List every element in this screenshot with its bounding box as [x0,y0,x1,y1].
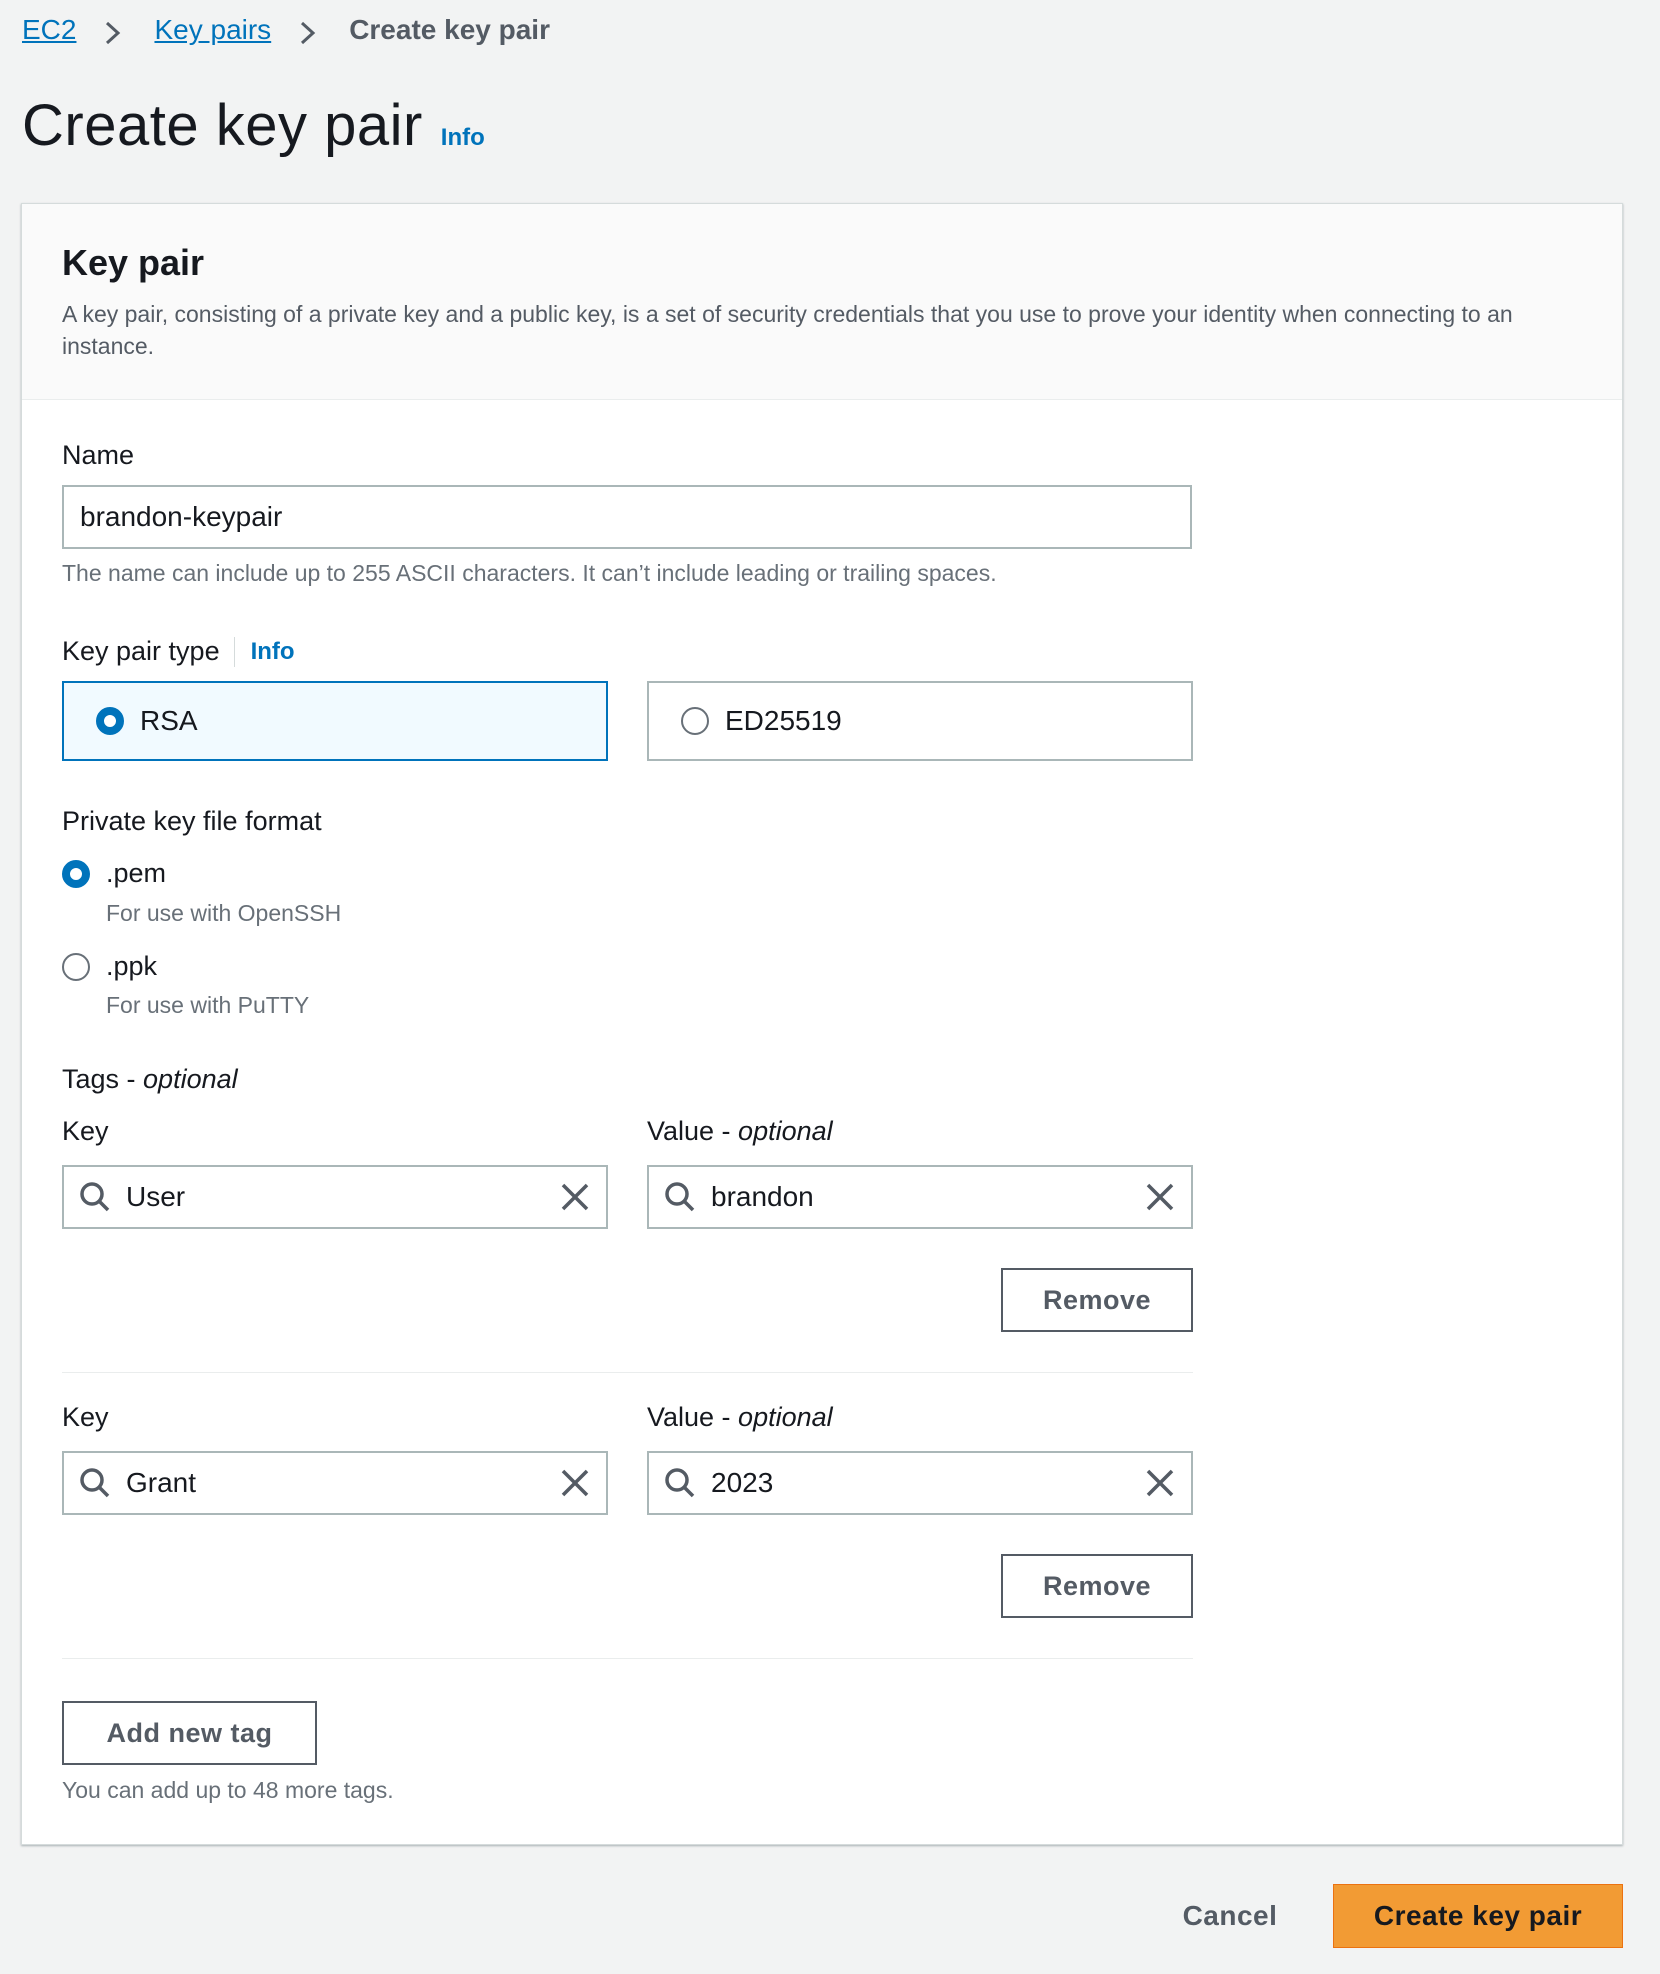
file-format-option-description: For use with OpenSSH [106,900,342,926]
cancel-button[interactable]: Cancel [1170,1884,1290,1948]
tag-key-input[interactable]: User [62,1165,608,1229]
tag-value-label-text: Value - [647,1402,739,1432]
breadcrumb-link-key-pairs[interactable]: Key pairs [154,14,271,46]
tag-value-input[interactable]: brandon [647,1165,1193,1229]
create-key-pair-button[interactable]: Create key pair [1333,1884,1623,1948]
tag-key-value: Grant [126,1467,197,1498]
key-pair-panel: Key pair A key pair, consisting of a pri… [21,203,1623,1845]
close-icon[interactable] [1145,1468,1175,1498]
tag-value-value: brandon [711,1181,814,1212]
tags-label-text: Tags - [62,1064,144,1094]
close-icon[interactable] [560,1468,590,1498]
file-format-option-label: .ppk [106,951,158,981]
file-format-option-ppk[interactable]: .ppk [62,951,157,982]
tag-key-input[interactable]: Grant [62,1451,608,1515]
chevron-right-icon [102,19,124,45]
name-hint: The name can include up to 255 ASCII cha… [62,560,997,586]
key-type-option-label: RSA [140,705,198,736]
radio-unchecked-icon [681,707,709,735]
remove-tag-button[interactable]: Remove [1001,1554,1193,1618]
tag-value-input[interactable]: 2023 [647,1451,1193,1515]
tag-value-label-text: Value - [647,1116,739,1146]
remove-tag-button[interactable]: Remove [1001,1268,1193,1332]
tag-value-label: Value - optional [647,1402,833,1433]
key-type-label-row: Key pair type Info [62,636,295,667]
tags-label: Tags - optional [62,1064,238,1095]
name-input[interactable]: brandon-keypair [62,485,1192,549]
close-icon[interactable] [560,1182,590,1212]
tag-value-value: 2023 [711,1467,774,1498]
add-new-tag-button[interactable]: Add new tag [62,1701,317,1765]
tag-key-value: User [126,1181,186,1212]
chevron-right-icon [297,19,319,45]
breadcrumb: EC2 Key pairs Create key pair [22,10,550,50]
file-format-option-label: .pem [106,858,167,888]
key-type-info-link[interactable]: Info [251,638,295,666]
radio-checked-icon [96,707,124,735]
panel-description: A key pair, consisting of a private key … [62,301,1513,359]
key-type-label: Key pair type [62,636,220,666]
tag-value-optional: optional [738,1402,833,1432]
name-label: Name [62,440,135,470]
search-icon [80,1468,110,1498]
file-format-label: Private key file format [62,806,322,836]
close-icon[interactable] [1145,1182,1175,1212]
page-title: Create key pair [22,93,423,158]
radio-checked-icon [62,859,90,888]
label-divider [233,636,235,667]
tag-row-divider [62,1658,1193,1659]
tag-key-label: Key [62,1116,109,1146]
tag-key-label: Key [62,1402,109,1432]
tags-limit-hint: You can add up to 48 more tags. [62,1777,394,1803]
key-type-option-label: ED25519 [725,705,842,736]
panel-title: Key pair [62,242,205,283]
tag-value-label: Value - optional [647,1116,833,1147]
tag-row-divider [62,1372,1193,1373]
radio-unchecked-icon [62,952,90,981]
search-icon [665,1468,695,1498]
search-icon [665,1182,695,1212]
page-header: Create key pair Info [22,92,485,159]
tags-optional: optional [143,1064,238,1094]
breadcrumb-link-ec2[interactable]: EC2 [22,14,76,46]
file-format-option-description: For use with PuTTY [106,992,310,1018]
file-format-option-pem[interactable]: .pem [62,858,166,889]
key-type-option-ed25519[interactable]: ED25519 [647,681,1193,761]
name-input-value: brandon-keypair [80,501,283,532]
breadcrumb-current: Create key pair [349,14,550,45]
panel-header: Key pair A key pair, consisting of a pri… [22,204,1622,400]
search-icon [80,1182,110,1212]
page-info-link[interactable]: Info [441,124,485,152]
key-type-option-rsa[interactable]: RSA [62,681,608,761]
tag-value-optional: optional [738,1116,833,1146]
